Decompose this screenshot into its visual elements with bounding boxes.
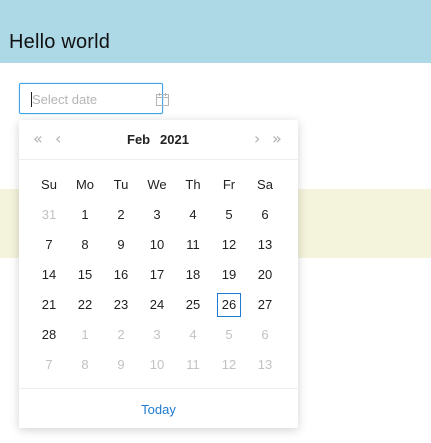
next-month-button[interactable]: › <box>254 131 260 147</box>
prev-month-button[interactable]: ‹ <box>55 131 61 147</box>
weekday-header: Sa <box>257 177 273 192</box>
weekday-header: We <box>147 177 167 192</box>
calendar-day[interactable]: 12 <box>217 233 241 257</box>
calendar-day[interactable]: 18 <box>181 263 205 287</box>
calendar-day-other-month[interactable]: 6 <box>253 323 277 347</box>
prev-year-button[interactable]: « <box>33 131 43 147</box>
calendar-day[interactable]: 4 <box>181 203 205 227</box>
calendar-day[interactable]: 22 <box>73 293 97 317</box>
calendar-icon[interactable] <box>156 93 169 106</box>
calendar-day-other-month[interactable]: 9 <box>109 353 133 377</box>
calendar-day[interactable]: 20 <box>253 263 277 287</box>
next-year-button[interactable]: » <box>272 131 282 147</box>
weekday-header: Tu <box>113 177 129 192</box>
calendar-day-other-month[interactable]: 13 <box>253 353 277 377</box>
today-button[interactable]: Today <box>19 402 298 417</box>
date-input[interactable]: Select date <box>19 83 169 114</box>
calendar-day[interactable]: 14 <box>37 263 61 287</box>
calendar-day[interactable]: 10 <box>145 233 169 257</box>
calendar-day[interactable]: 11 <box>181 233 205 257</box>
calendar-day[interactable]: 16 <box>109 263 133 287</box>
calendar-day-other-month[interactable]: 1 <box>73 323 97 347</box>
calendar-day[interactable]: 7 <box>37 233 61 257</box>
calendar-header: « ‹ Feb 2021 › » <box>19 120 298 160</box>
date-input-placeholder: Select date <box>32 92 98 107</box>
calendar-day-other-month[interactable]: 10 <box>145 353 169 377</box>
calendar-day[interactable]: 2 <box>109 203 133 227</box>
calendar-day-other-month[interactable]: 12 <box>217 353 241 377</box>
calendar-day[interactable]: 15 <box>73 263 97 287</box>
calendar-day-other-month[interactable]: 5 <box>217 323 241 347</box>
calendar-day[interactable]: 13 <box>253 233 277 257</box>
calendar-day[interactable]: 27 <box>253 293 277 317</box>
calendar-day-other-month[interactable]: 3 <box>145 323 169 347</box>
calendar-day[interactable]: 24 <box>145 293 169 317</box>
calendar-day-today[interactable]: 26 <box>217 293 241 317</box>
calendar-day-other-month[interactable]: 8 <box>73 353 97 377</box>
calendar-footer: Today <box>19 388 298 428</box>
calendar-day[interactable]: 9 <box>109 233 133 257</box>
page-title: Hello world <box>9 31 111 53</box>
calendar-day[interactable]: 19 <box>217 263 241 287</box>
calendar-day[interactable]: 28 <box>37 323 61 347</box>
calendar-day[interactable]: 17 <box>145 263 169 287</box>
month-select[interactable]: Feb <box>127 132 150 147</box>
weekday-header: Th <box>185 177 201 192</box>
calendar-day[interactable]: 1 <box>73 203 97 227</box>
date-picker-popup: « ‹ Feb 2021 › » Su Mo Tu We Th Fr Sa 31 1 2 3 4 5 6 7… <box>19 120 298 428</box>
header: Hello world <box>0 0 431 63</box>
calendar-day[interactable]: 25 <box>181 293 205 317</box>
calendar-day[interactable]: 8 <box>73 233 97 257</box>
calendar-day-other-month[interactable]: 11 <box>181 353 205 377</box>
calendar-day[interactable]: 6 <box>253 203 277 227</box>
calendar-day-other-month[interactable]: 31 <box>37 203 61 227</box>
calendar-day-other-month[interactable]: 4 <box>181 323 205 347</box>
weekday-header: Fr <box>222 177 236 192</box>
calendar-day[interactable]: 5 <box>217 203 241 227</box>
year-select[interactable]: 2021 <box>160 132 189 147</box>
calendar-day[interactable]: 3 <box>145 203 169 227</box>
calendar-day-other-month[interactable]: 7 <box>37 353 61 377</box>
calendar-day[interactable]: 23 <box>109 293 133 317</box>
weekday-header: Mo <box>75 177 95 192</box>
calendar-day[interactable]: 21 <box>37 293 61 317</box>
calendar-day-other-month[interactable]: 2 <box>109 323 133 347</box>
weekday-header: Su <box>41 177 57 192</box>
